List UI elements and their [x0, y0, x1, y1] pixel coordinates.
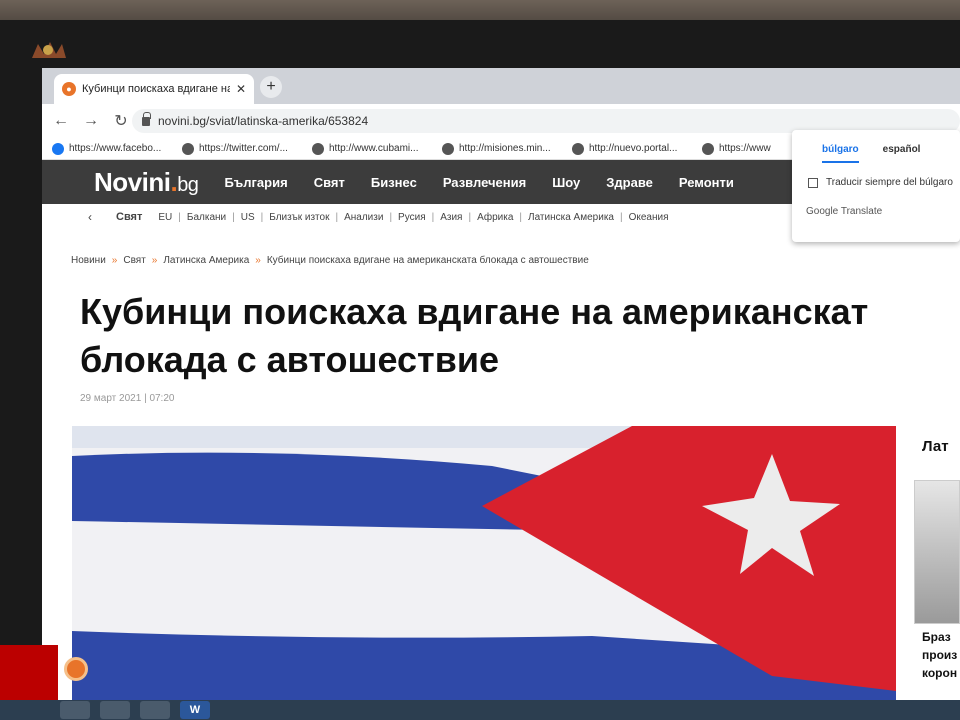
main-menu: България Свят Бизнес Развлечения Шоу Здр… [224, 175, 733, 190]
breadcrumb-item[interactable]: Новини [71, 255, 106, 266]
menu-item-world[interactable]: Свят [314, 175, 345, 190]
subnav-item[interactable]: Африка [477, 212, 513, 223]
chrome-taskbar-icon[interactable] [100, 701, 130, 719]
globe-icon [442, 142, 454, 155]
subnav-item[interactable]: Латинска Америка [528, 212, 614, 223]
novini-favicon-icon: ● [62, 82, 76, 96]
browser-tab-active[interactable]: ● Кубинци поискаха вдигане на а ✕ [54, 74, 254, 104]
subnav-item[interactable]: Океания [629, 212, 669, 223]
subnav-item[interactable]: EU [158, 212, 172, 223]
menu-item-show[interactable]: Шоу [552, 175, 580, 190]
checkbox[interactable] [808, 177, 818, 188]
bookmark-item[interactable]: http://www.cubami... [312, 142, 430, 155]
subnav-item[interactable]: Азия [440, 212, 462, 223]
chat-widget-icon[interactable] [64, 657, 88, 681]
breadcrumb: Новини » Свят » Латинска Америка » Кубин… [71, 255, 589, 266]
new-tab-button[interactable]: + [260, 76, 282, 98]
globe-icon [572, 142, 584, 155]
subnav-section-title[interactable]: Свят [116, 211, 142, 223]
breadcrumb-item[interactable]: Свят [123, 255, 145, 266]
breadcrumb-current: Кубинци поискаха вдигане на американскат… [266, 255, 589, 266]
globe-icon [182, 142, 194, 155]
back-button[interactable]: ← [52, 112, 70, 130]
bookmark-item[interactable]: https://www.facebo... [52, 142, 170, 155]
article-date: 29 март 2021 | 07:20 [80, 393, 175, 404]
windows-taskbar: W [0, 700, 960, 720]
close-tab-icon[interactable]: ✕ [236, 82, 246, 96]
google-translate-brand: Google Translate [806, 206, 883, 217]
browser-window: ● Кубинци поискаха вдигане на а ✕ + ← → … [42, 68, 960, 700]
cuban-flag-image[interactable] [72, 426, 896, 700]
bookmark-item[interactable]: http://misiones.min... [442, 142, 560, 155]
site-logo[interactable]: Novini. bg [94, 167, 199, 198]
breadcrumb-item[interactable]: Латинска Америка [163, 255, 249, 266]
bookmark-item[interactable]: http://nuevo.portal... [572, 142, 690, 155]
sidebar-heading: Лат [922, 438, 949, 455]
explorer-taskbar-icon[interactable] [60, 701, 90, 719]
google-translate-popup: búlgaro español Traducir siempre del búl… [792, 130, 960, 242]
translate-language-tabs: búlgaro español [792, 130, 960, 163]
sidebar-thumbnail[interactable] [914, 480, 960, 624]
facebook-icon [52, 142, 64, 155]
sidebar-teaser[interactable]: Браз произ корон [922, 628, 960, 682]
menu-item-repairs[interactable]: Ремонти [679, 175, 734, 190]
reload-button[interactable]: ↻ [112, 111, 130, 131]
subnav-item[interactable]: Анализи [344, 212, 383, 223]
word-taskbar-icon[interactable]: W [180, 701, 210, 719]
bookmark-item[interactable]: https://twitter.com/... [182, 142, 300, 155]
subnav-item[interactable]: US [241, 212, 255, 223]
subnav-item[interactable]: Близък изток [269, 212, 329, 223]
subnav-back-icon[interactable]: ‹ [88, 210, 92, 224]
menu-item-health[interactable]: Здраве [606, 175, 653, 190]
always-translate-option[interactable]: Traducir siempre del búlgaro [792, 163, 960, 188]
tab-title: Кубинци поискаха вдигане на а [82, 83, 230, 95]
lock-icon [142, 111, 151, 126]
menu-item-bulgaria[interactable]: България [224, 175, 287, 190]
app-taskbar-icon[interactable] [140, 701, 170, 719]
globe-icon [702, 142, 714, 155]
translate-source-tab[interactable]: búlgaro [822, 144, 859, 163]
desk-figurine [32, 42, 66, 58]
article-headline: Кубинци поискаха вдигане на американскат… [80, 291, 869, 380]
menu-item-entertainment[interactable]: Развлечения [443, 175, 526, 190]
translate-target-tab[interactable]: español [883, 144, 921, 163]
tab-strip: ● Кубинци поискаха вдигане на а ✕ + [42, 68, 960, 104]
subnav-item[interactable]: Балкани [187, 212, 226, 223]
globe-icon [312, 142, 324, 155]
forward-button[interactable]: → [82, 112, 100, 130]
subnav-item[interactable]: Русия [398, 212, 426, 223]
menu-item-business[interactable]: Бизнес [371, 175, 417, 190]
url-text: novini.bg/sviat/latinska-amerika/653824 [158, 114, 369, 128]
